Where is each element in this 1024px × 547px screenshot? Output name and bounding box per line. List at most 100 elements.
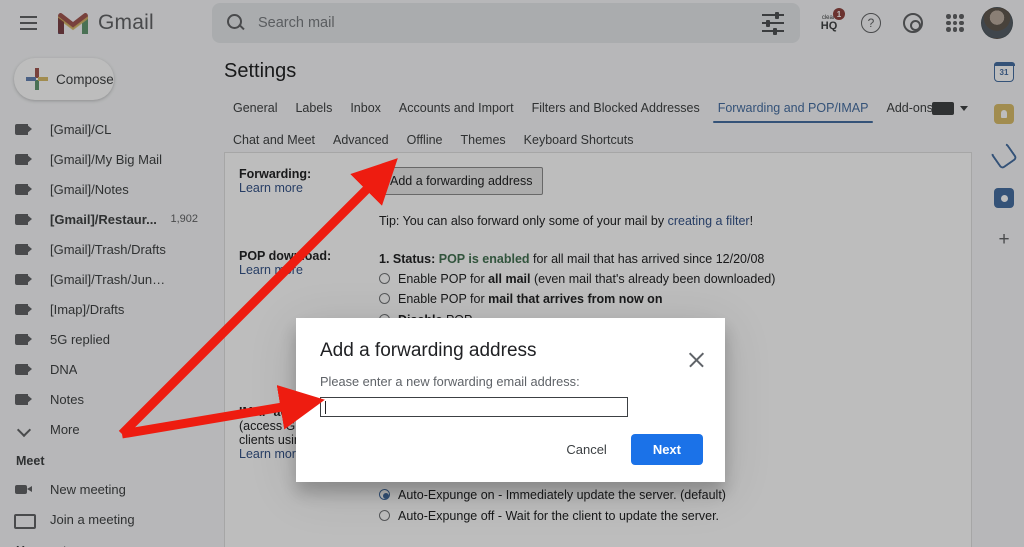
gmail-logo-icon [56,10,90,36]
google-tasks-icon[interactable] [990,142,1018,170]
sidebar-item-5g-replied[interactable]: 5G replied [0,324,212,354]
sidebar-item-label: [Gmail]/Restaur... [50,211,157,227]
label-icon [14,119,34,139]
forwarding-tip-prefix: Tip: You can also forward only some of y… [379,214,668,228]
sidebar-item-label: Join a meeting [50,511,135,527]
add-forwarding-address-button[interactable]: Add a forwarding address [379,167,544,195]
label-icon [14,239,34,259]
search-bar[interactable] [212,3,800,43]
forwarding-learn-more-link[interactable]: Learn more [239,181,303,195]
sidebar-item-label: New meeting [50,481,126,497]
add-forwarding-address-dialog: Add a forwarding address Please enter a … [296,318,725,482]
avatar[interactable] [978,4,1016,42]
keyboard-icon [14,509,36,529]
forwarding-label: Forwarding: [239,167,312,181]
gmail-settings-page: Gmail clean HQ 1 ? [0,0,1024,547]
tab-filters-and-blocked-addresses[interactable]: Filters and Blocked Addresses [523,95,709,125]
text-caret [325,400,326,414]
top-right-actions: clean HQ 1 ? [810,0,1016,46]
label-icon [14,179,34,199]
help-icon[interactable]: ? [852,4,890,42]
sidebar-item-label: More [50,421,80,437]
sidebar-item-join-meeting[interactable]: Join a meeting [0,504,212,534]
pop-label: POP download: [239,249,332,263]
gear-icon[interactable] [894,4,932,42]
sidebar-item-gmail-notes[interactable]: [Gmail]/Notes [0,174,212,204]
sidebar-item-imap-drafts[interactable]: [Imap]/Drafts [0,294,212,324]
compose-plus-icon [26,68,48,90]
close-icon[interactable] [687,350,707,370]
sidebar-item-gmail-my-big-mail[interactable]: [Gmail]/My Big Mail [0,144,212,174]
pop-learn-more-link[interactable]: Learn more [239,263,303,277]
compose-button[interactable]: Compose [14,58,114,100]
pop-status-number: 1. Status: [379,252,439,266]
imap-auto-expunge-on[interactable]: Auto-Expunge on - Immediately update the… [379,485,957,505]
label-icon [14,149,34,169]
sidebar-item-label: [Gmail]/CL [50,121,112,137]
label-icon [14,209,34,229]
notification-badge: 1 [833,8,845,20]
page-title: Settings [224,60,297,82]
radio-icon[interactable] [379,509,390,521]
label-icon [14,329,34,349]
radio-icon[interactable] [379,273,390,284]
tab-inbox[interactable]: Inbox [341,95,390,125]
top-app-bar: Gmail clean HQ 1 ? [0,0,1024,46]
settings-tabs: General Labels Inbox Accounts and Import… [212,83,980,157]
chevron-down-icon [14,419,34,439]
sidebar-item-label: DNA [50,361,78,377]
radio-icon[interactable] [379,293,390,305]
sidebar-item-new-meeting[interactable]: New meeting [0,474,212,504]
sidebar-item-label: [Imap]/Drafts [50,301,125,317]
radio-icon[interactable] [379,489,390,501]
tab-add-ons[interactable]: Add-ons [877,95,942,125]
sidebar-item-gmail-trash-junk[interactable]: [Gmail]/Trash/Junk E-m... [0,264,212,294]
compose-label: Compose [56,71,114,87]
hangouts-section-heading: Hangouts [0,534,212,547]
sidebar-item-label: [Gmail]/Trash/Drafts [50,241,166,257]
sidebar-item-dna[interactable]: DNA [0,354,212,384]
sidebar-item-label: 5G replied [50,331,110,347]
tab-forwarding-and-pop-imap[interactable]: Forwarding and POP/IMAP [709,95,878,125]
sidebar-item-label: [Gmail]/Trash/Junk E-m... [50,271,168,287]
dialog-title: Add a forwarding address [320,340,537,361]
pop-option-from-now-on[interactable]: Enable POP for mail that arrives from no… [379,289,957,309]
sidebar-item-label: [Gmail]/Notes [50,181,129,197]
label-icon [14,299,34,319]
google-keep-icon[interactable] [994,104,1014,124]
pop-option-all-mail[interactable]: Enable POP for all mail (even mail that'… [379,269,957,289]
google-calendar-icon[interactable]: 31 [993,61,1015,82]
sidebar-item-gmail-restaurants[interactable]: [Gmail]/Restaur... 1,902 [0,204,212,234]
sidebar-item-gmail-cl[interactable]: [Gmail]/CL [0,114,212,144]
google-apps-grid-icon[interactable] [936,4,974,42]
search-icon [226,13,246,33]
sidebar-item-gmail-trash-drafts[interactable]: [Gmail]/Trash/Drafts [0,234,212,264]
sidebar-item-more[interactable]: More [0,414,212,444]
google-contacts-icon[interactable] [994,188,1014,208]
forwarding-email-input[interactable] [320,397,628,417]
imap-auto-expunge-off[interactable]: Auto-Expunge off - Wait for the client t… [379,506,957,526]
search-options-icon[interactable] [762,11,784,35]
cleanhq-button[interactable]: clean HQ 1 [810,4,848,42]
left-sidebar: Compose [Gmail]/CL [Gmail]/My Big Mail [… [0,46,212,547]
sidebar-label-list: [Gmail]/CL [Gmail]/My Big Mail [Gmail]/N… [0,114,212,444]
sidebar-item-notes[interactable]: Notes [0,384,212,414]
meet-section-heading: Meet [16,454,45,468]
settings-tab-row-1: General Labels Inbox Accounts and Import… [224,95,980,125]
hamburger-icon[interactable] [8,3,48,43]
sidebar-item-label: Notes [50,391,84,407]
tab-accounts-and-import[interactable]: Accounts and Import [390,95,523,125]
tab-labels[interactable]: Labels [286,95,341,125]
sidebar-item-label: [Gmail]/My Big Mail [50,151,162,167]
dialog-actions: Cancel Next [556,434,703,465]
pop-status-line: 1. Status: POP is enabled for all mail t… [379,249,957,269]
search-input[interactable] [258,15,762,31]
forwarding-row-label: Forwarding: Learn more [239,167,379,231]
imap-learn-more-link[interactable]: Learn more [239,447,303,461]
tab-general[interactable]: General [224,95,286,125]
label-icon [14,359,34,379]
cancel-button[interactable]: Cancel [556,434,616,465]
add-shortcut-plus-icon[interactable]: + [994,230,1014,250]
creating-a-filter-link[interactable]: creating a filter [668,214,750,228]
next-button[interactable]: Next [630,434,703,465]
